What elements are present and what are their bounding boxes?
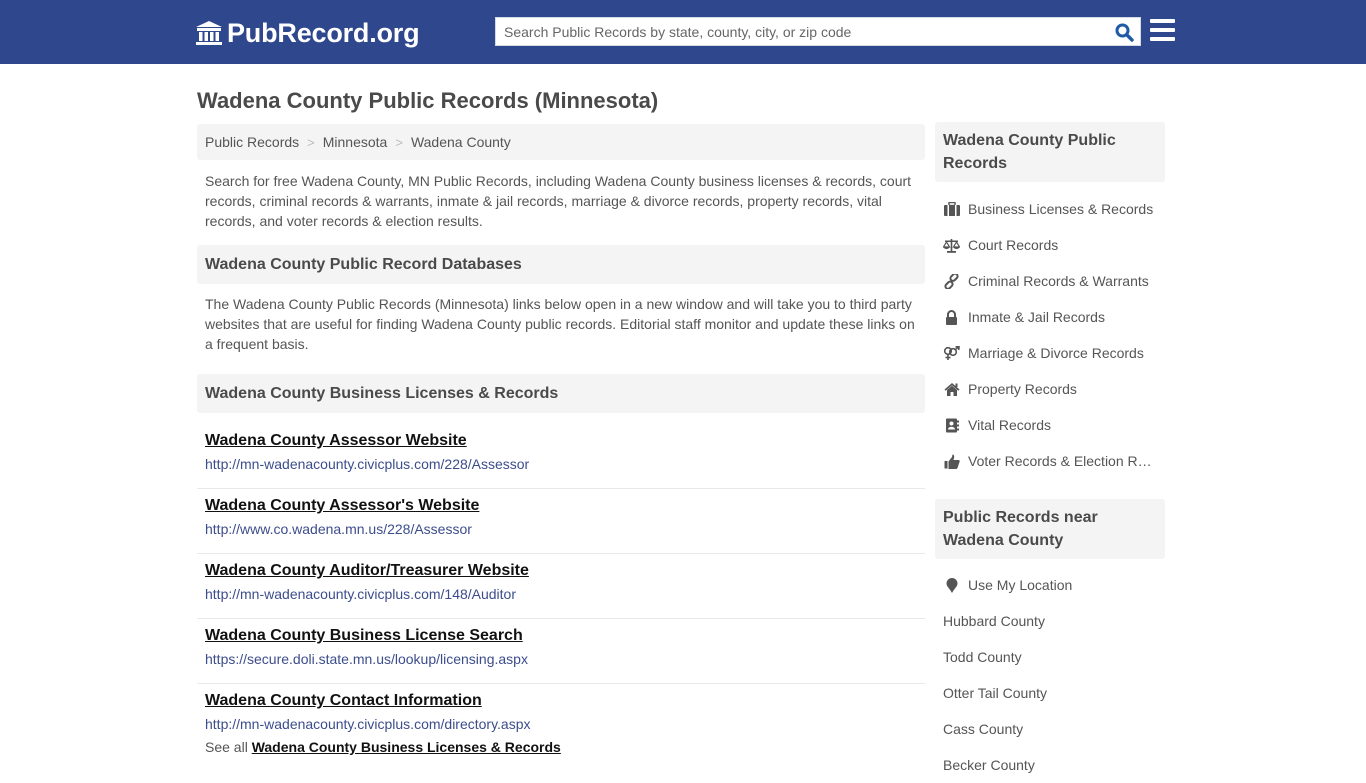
see-all-link[interactable]: Wadena County Business Licenses & Record… (252, 739, 561, 755)
sidebar-item-marriage-records[interactable]: Marriage & Divorce Records (935, 335, 1165, 371)
hamburger-bar (1150, 28, 1175, 32)
breadcrumb-minnesota[interactable]: Minnesota (323, 134, 388, 150)
sidebar-item-criminal-records[interactable]: Criminal Records & Warrants (935, 263, 1165, 299)
search-input[interactable] (496, 18, 1106, 45)
search-button[interactable] (1112, 21, 1136, 43)
sidebar-item-label: Marriage & Divorce Records (968, 345, 1144, 361)
breadcrumb-separator: > (395, 134, 403, 150)
record-link-url[interactable]: http://mn-wadenacounty.civicplus.com/148… (205, 586, 917, 603)
hamburger-menu-button[interactable] (1150, 19, 1175, 42)
databases-heading: Wadena County Public Record Databases (197, 245, 925, 284)
sidebar-nearby-heading: Public Records near Wadena County (935, 499, 1165, 559)
record-link-url[interactable]: http://mn-wadenacounty.civicplus.com/dir… (205, 716, 917, 733)
business-links-list: Wadena County Assessor Website http://mn… (197, 424, 925, 746)
lock-icon (943, 309, 960, 325)
briefcase-icon (943, 201, 960, 217)
record-link-url[interactable]: https://secure.doli.state.mn.us/lookup/l… (205, 651, 917, 668)
databases-note: The Wadena County Public Records (Minnes… (205, 296, 915, 352)
list-item: Wadena County Assessor Website http://mn… (197, 424, 925, 489)
search-box (495, 17, 1141, 46)
breadcrumb-separator: > (307, 134, 315, 150)
sidebar-item-label: Business Licenses & Records (968, 201, 1154, 217)
sidebar: Wadena County Public Records Business Li… (935, 122, 1165, 783)
sidebar-item-inmate-records[interactable]: Inmate & Jail Records (935, 299, 1165, 335)
address-book-icon (943, 417, 960, 433)
list-item: Wadena County Assessor's Website http://… (197, 489, 925, 554)
sidebar-item-property-records[interactable]: Property Records (935, 371, 1165, 407)
top-navbar: PubRecord.org (0, 0, 1366, 64)
sidebar-item-business-licenses[interactable]: Business Licenses & Records (935, 191, 1165, 227)
sidebar-item-court-records[interactable]: Court Records (935, 227, 1165, 263)
use-my-location-link[interactable]: Use My Location (935, 567, 1165, 603)
courthouse-icon (195, 20, 223, 46)
list-item: Wadena County Business License Search ht… (197, 619, 925, 684)
nearby-county-link[interactable]: Becker County (935, 747, 1165, 783)
sidebar-item-label: Court Records (968, 237, 1059, 253)
thumbs-up-icon (943, 453, 960, 469)
sidebar-item-voter-records[interactable]: Voter Records & Election Results (935, 443, 1165, 479)
sidebar-item-label: Voter Records & Election Results (968, 453, 1158, 469)
home-icon (943, 381, 960, 397)
breadcrumb-wadena-county[interactable]: Wadena County (411, 134, 511, 150)
record-link-title[interactable]: Wadena County Assessor's Website (205, 496, 479, 516)
link-icon (943, 273, 960, 289)
see-all-prefix: See all (205, 739, 248, 755)
sidebar-records-heading: Wadena County Public Records (935, 122, 1165, 182)
list-item: Wadena County Contact Information http:/… (197, 684, 925, 746)
balance-scale-icon (943, 237, 960, 253)
record-link-title[interactable]: Wadena County Auditor/Treasurer Website (205, 561, 529, 581)
site-logo[interactable]: PubRecord.org (195, 17, 420, 49)
record-link-title[interactable]: Wadena County Business License Search (205, 626, 523, 646)
nearby-county-link[interactable]: Hubbard County (935, 603, 1165, 639)
record-link-url[interactable]: http://www.co.wadena.mn.us/228/Assessor (205, 521, 917, 538)
business-section-heading: Wadena County Business Licenses & Record… (197, 374, 925, 413)
sidebar-records-list: Business Licenses & Records Court Record… (935, 191, 1165, 479)
hamburger-bar (1150, 37, 1175, 41)
logo-text: PubRecord.org (227, 17, 420, 48)
page-title: Wadena County Public Records (Minnesota) (197, 88, 659, 113)
list-item: Wadena County Auditor/Treasurer Website … (197, 554, 925, 619)
sidebar-item-label: Criminal Records & Warrants (968, 273, 1149, 289)
main-content: Public Records > Minnesota > Wadena Coun… (197, 124, 925, 755)
record-link-title[interactable]: Wadena County Contact Information (205, 691, 482, 711)
hamburger-bar (1150, 19, 1175, 23)
sidebar-nearby-list: Use My Location Hubbard County Todd Coun… (935, 567, 1165, 783)
map-marker-icon (943, 577, 960, 593)
nearby-county-link[interactable]: Todd County (935, 639, 1165, 675)
see-all-row: See all Wadena County Business Licenses … (197, 739, 925, 755)
nearby-county-link[interactable]: Otter Tail County (935, 675, 1165, 711)
record-link-url[interactable]: http://mn-wadenacounty.civicplus.com/228… (205, 456, 917, 473)
nearby-county-link[interactable]: Cass County (935, 711, 1165, 747)
breadcrumb-public-records[interactable]: Public Records (205, 134, 299, 150)
sidebar-item-label: Inmate & Jail Records (968, 309, 1105, 325)
breadcrumb: Public Records > Minnesota > Wadena Coun… (197, 124, 925, 160)
record-link-title[interactable]: Wadena County Assessor Website (205, 431, 467, 451)
sidebar-item-vital-records[interactable]: Vital Records (935, 407, 1165, 443)
sidebar-item-label: Property Records (968, 381, 1077, 397)
intro-text: Search for free Wadena County, MN Public… (205, 173, 912, 229)
use-my-location-label: Use My Location (968, 577, 1073, 593)
sidebar-item-label: Vital Records (968, 417, 1052, 433)
gender-symbols-icon (943, 345, 960, 361)
search-icon (1115, 23, 1134, 42)
